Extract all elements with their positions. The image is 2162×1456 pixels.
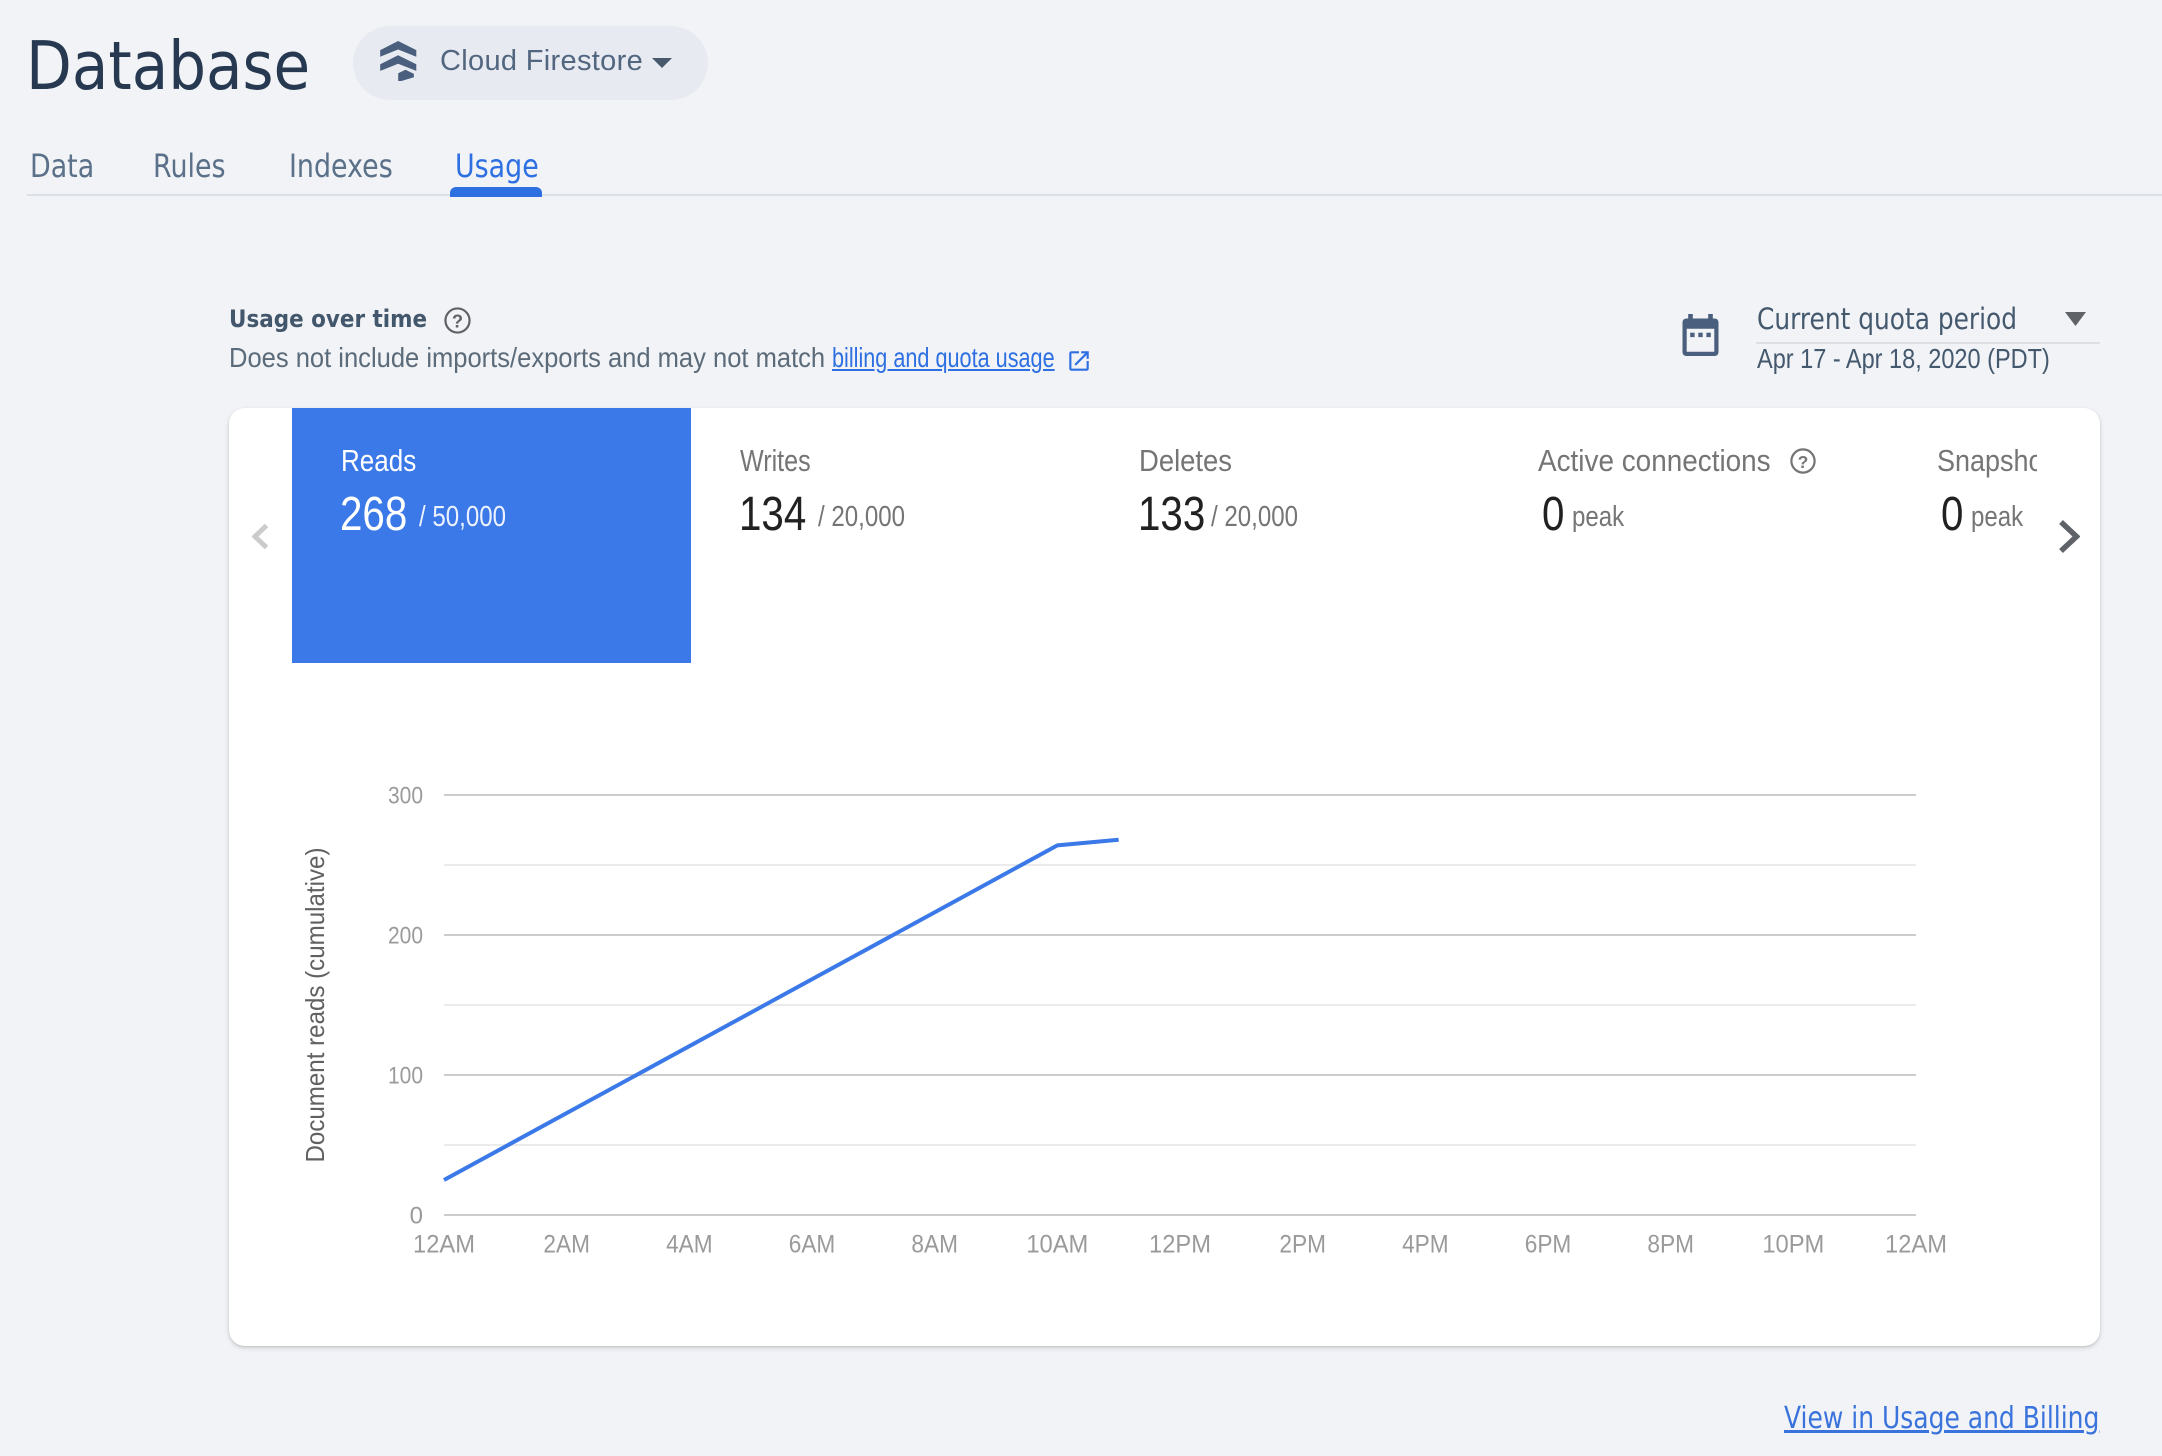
quota-period-selector[interactable]: Current quota period [1757, 304, 2017, 334]
chevron-right-icon [2059, 519, 2080, 553]
svg-text:?: ? [1798, 452, 1809, 472]
metric-label: Active connections [1538, 442, 1771, 478]
metric-value: 133 [1138, 488, 1206, 542]
page-title: Database [26, 26, 311, 105]
help-icon[interactable]: ? [1790, 448, 1816, 474]
metric-scroll-left-button[interactable] [229, 500, 292, 572]
metric-tab-reads[interactable]: Reads 268 / 50,000 [292, 408, 691, 663]
tab-indexes[interactable]: Indexes [289, 150, 393, 182]
billing-quota-link[interactable]: billing and quota usage [832, 344, 1055, 372]
metric-label: Deletes [1139, 442, 1233, 478]
calendar-icon [1682, 314, 1719, 356]
tab-rules[interactable]: Rules [153, 150, 226, 182]
metric-value: 268 [340, 488, 408, 542]
metric-label: Reads [341, 442, 417, 478]
help-icon[interactable]: ? [444, 306, 471, 334]
product-selector-label[interactable]: Cloud Firestore [440, 47, 643, 76]
external-link-icon[interactable] [1066, 348, 1092, 374]
quota-caret-down-icon[interactable] [2065, 312, 2086, 326]
svg-text:?: ? [452, 310, 463, 331]
metric-quota: / 20,000 [818, 501, 906, 534]
metric-peak: peak [1572, 501, 1625, 534]
metric-value: 134 [739, 488, 807, 542]
section-title: Usage over time [228, 304, 427, 333]
view-usage-billing-link[interactable]: View in Usage and Billing [1784, 1404, 2099, 1434]
chevron-down-icon[interactable] [652, 57, 672, 68]
tab-bar-divider [27, 194, 2162, 196]
metric-tab-writes[interactable]: Writes 134 / 20,000 [691, 408, 1090, 663]
firestore-icon [380, 41, 417, 81]
metric-peak: peak [1971, 501, 2024, 534]
metric-scroll-right-button[interactable] [2037, 500, 2100, 572]
metric-quota: / 50,000 [419, 501, 507, 534]
metric-quota: / 20,000 [1210, 501, 1298, 534]
tab-data[interactable]: Data [30, 150, 94, 182]
active-tab-indicator [450, 187, 542, 197]
chevron-left-icon [252, 523, 269, 549]
section-subtitle: Does not include imports/exports and may… [229, 342, 833, 374]
metric-tab-active-connections[interactable]: Active connections 0 peak [1489, 408, 1888, 663]
quota-date-range: Apr 17 - Apr 18, 2020 (PDT) [1757, 342, 2050, 374]
metric-tab-snapshot-listeners[interactable]: Snapshot listeners 0peak [1888, 408, 2037, 663]
metric-value: 0 [1940, 488, 1963, 542]
metric-label: Snapshot listeners [1937, 442, 2037, 478]
metric-label: Writes [740, 442, 811, 478]
metric-tab-strip: Reads 268 / 50,000 Writes 134 / 20,000 Del… [292, 408, 2037, 663]
metric-value: 0 [1541, 488, 1564, 542]
tab-usage[interactable]: Usage [455, 150, 539, 182]
metric-tab-deletes[interactable]: Deletes 133/ 20,000 [1090, 408, 1489, 663]
